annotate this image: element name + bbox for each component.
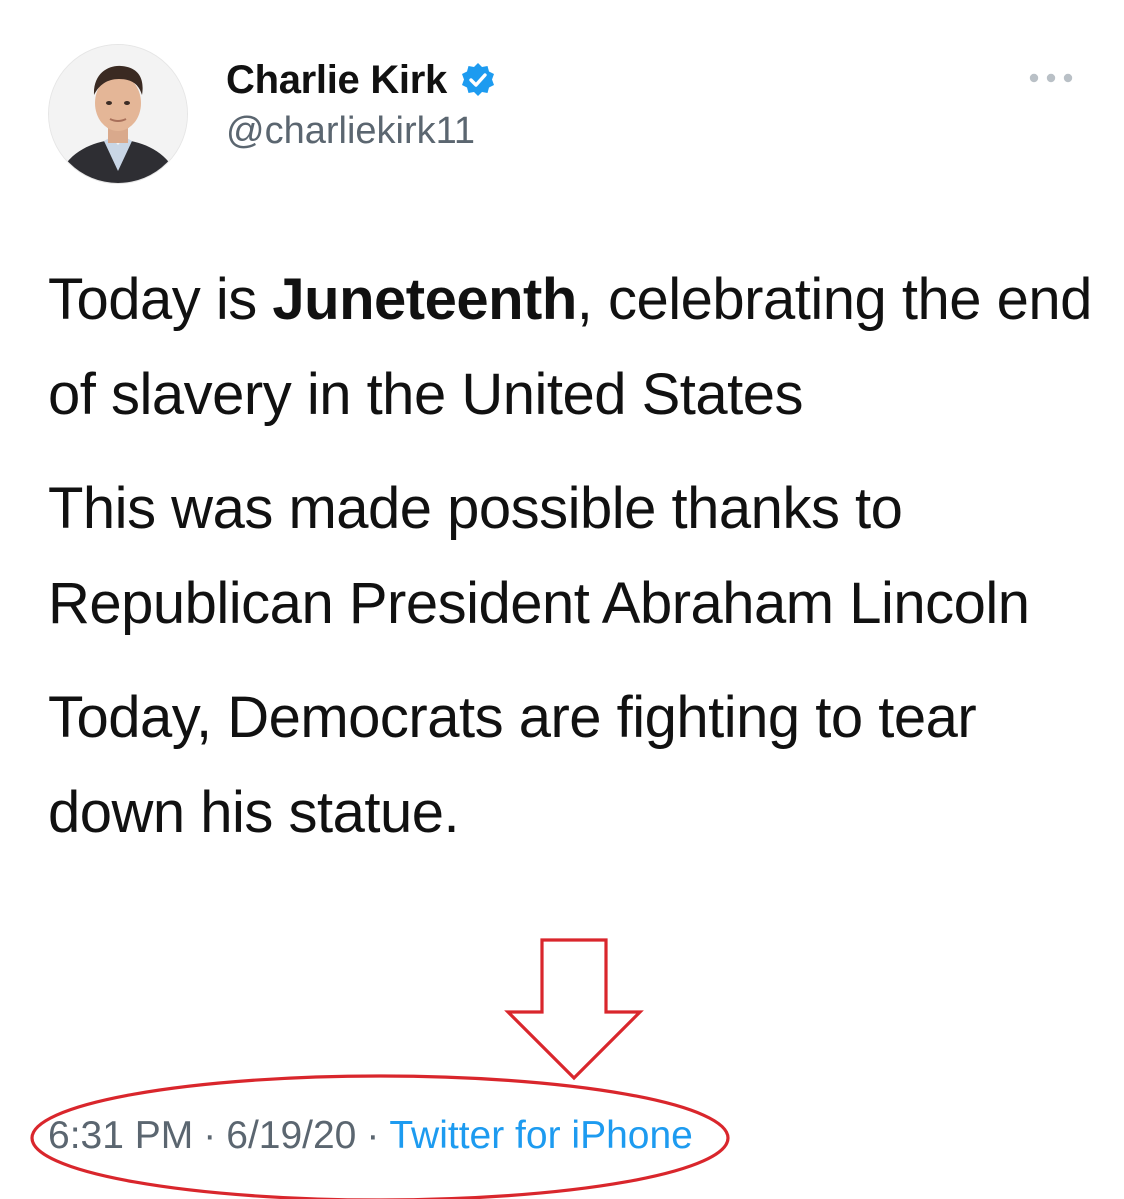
text-segment: Today is: [48, 267, 273, 332]
tweet-paragraph-2: This was made possible thanks to Republi…: [48, 476, 1030, 636]
display-name-row: Charlie Kirk: [226, 54, 497, 106]
down-arrow-icon: [504, 938, 644, 1081]
hashtag-like-bold-text: Juneteenth: [272, 267, 577, 332]
tweet-metadata: 6:31 PM · 6/19/20 · Twitter for iPhone: [48, 1114, 693, 1158]
more-options-icon[interactable]: [1026, 68, 1076, 88]
tweet-text: Today is Juneteenth, celebrating the end…: [48, 252, 1108, 879]
display-name[interactable]: Charlie Kirk: [226, 58, 447, 103]
tweet-date[interactable]: 6/19/20: [226, 1114, 356, 1157]
tweet-time[interactable]: 6:31 PM: [48, 1114, 193, 1157]
tweet-paragraph-1: Today is Juneteenth, celebrating the end…: [48, 252, 1108, 442]
tweet-source-link[interactable]: Twitter for iPhone: [389, 1114, 692, 1157]
user-handle[interactable]: @charliekirk11: [226, 110, 475, 153]
separator: ·: [203, 1114, 217, 1157]
tweet-paragraph-3: Today, Democrats are fighting to tear do…: [48, 685, 977, 845]
separator: ·: [366, 1114, 380, 1157]
verified-badge-icon: [459, 61, 497, 99]
tweet-card: Charlie Kirk @charliekirk11 Today is Jun…: [0, 0, 1124, 1199]
profile-photo: [49, 45, 187, 183]
avatar[interactable]: [48, 44, 188, 184]
